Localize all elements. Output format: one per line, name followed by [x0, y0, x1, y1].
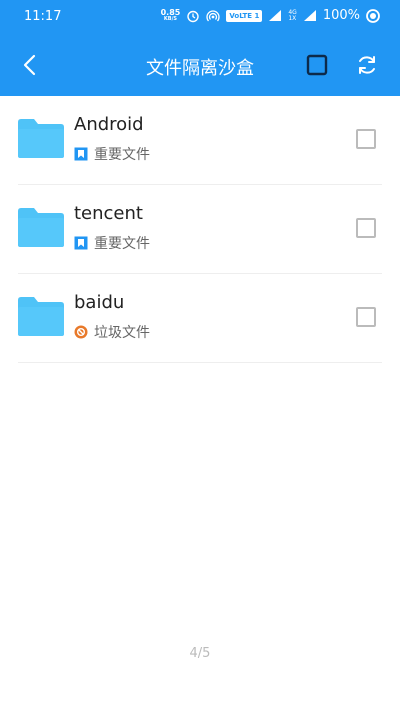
app-toolbar: 文件隔离沙盒 [0, 34, 400, 96]
row-checkbox[interactable] [356, 218, 376, 238]
folder-tag: 重要文件 [74, 144, 150, 164]
important-file-icon [74, 236, 88, 250]
hotspot-icon [206, 9, 220, 21]
signal-icon [269, 10, 282, 21]
checkbox-outline-icon [306, 54, 328, 76]
battery-level: 100% [322, 8, 360, 23]
battery-icon [366, 8, 380, 23]
row-checkbox[interactable] [356, 129, 376, 149]
folder-name: tencent [74, 203, 143, 224]
folder-tag: 重要文件 [74, 233, 150, 253]
signal-icon-2 [303, 10, 316, 21]
volte-badge: VoLTE 1 [226, 9, 263, 22]
folder-tag-label: 重要文件 [94, 147, 150, 163]
folder-icon [18, 119, 64, 158]
select-all-button[interactable] [302, 50, 332, 80]
important-file-icon [74, 147, 88, 161]
file-list: Android 重要文件 tencent 重要文件 baidu 垃圾文件 [18, 96, 382, 363]
folder-name: Android [74, 114, 144, 135]
network-speed: 0.85 KB/S [160, 7, 181, 23]
folder-tag-label: 重要文件 [94, 236, 150, 252]
network-type-bottom: 1X [288, 14, 297, 22]
network-speed-unit: KB/S [163, 15, 178, 22]
alarm-icon [187, 10, 200, 22]
page-title: 文件隔离沙盒 [146, 58, 254, 79]
status-icons: 0.85 KB/S VoLTE 1 4G 1X 100% [161, 8, 380, 23]
network-type: 4G 1X [288, 9, 297, 22]
refresh-button[interactable] [352, 50, 382, 80]
list-item[interactable]: Android 重要文件 [18, 96, 382, 185]
network-speed-value: 0.85 [160, 7, 181, 17]
list-item[interactable]: baidu 垃圾文件 [18, 274, 382, 363]
folder-icon [18, 208, 64, 247]
row-checkbox[interactable] [356, 307, 376, 327]
junk-file-icon [74, 325, 88, 339]
refresh-icon [359, 56, 375, 74]
folder-tag-label: 垃圾文件 [94, 325, 150, 341]
folder-icon [18, 297, 64, 336]
folder-name: baidu [74, 292, 125, 313]
list-item[interactable]: tencent 重要文件 [18, 185, 382, 274]
page-indicator: 4/5 [189, 646, 211, 661]
folder-tag: 垃圾文件 [74, 322, 150, 342]
status-time: 11:17 [24, 9, 62, 24]
status-bar: 11:17 0.85 KB/S VoLTE 1 4G 1X 100% [0, 0, 400, 34]
